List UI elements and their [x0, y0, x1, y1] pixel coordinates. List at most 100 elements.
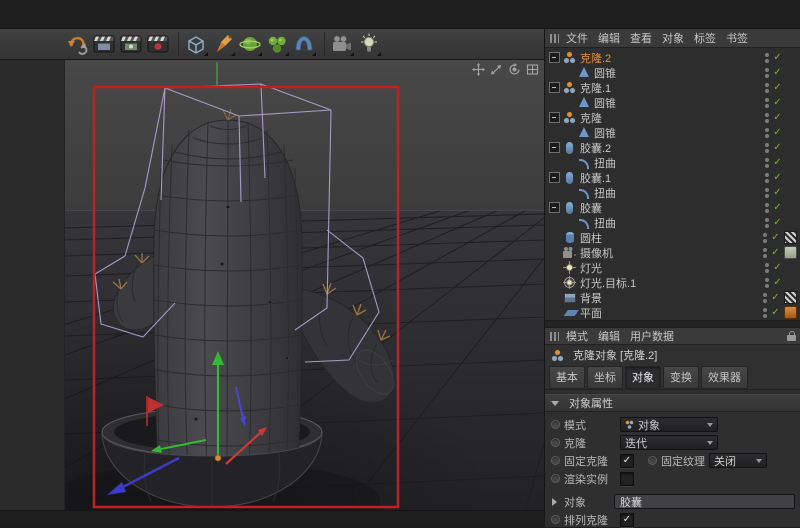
object-row[interactable]: 背景	[545, 290, 800, 305]
object-row[interactable]: 摄像机	[545, 245, 800, 260]
enabled-check-icon[interactable]	[771, 216, 784, 229]
object-tag[interactable]	[784, 306, 797, 319]
om-menu-item-1[interactable]: 编辑	[598, 30, 620, 46]
keyframe-dot[interactable]	[551, 438, 560, 447]
visibility-dots[interactable]	[762, 173, 771, 183]
align-clone-checkbox[interactable]	[620, 513, 634, 527]
object-row[interactable]: 灯光.目标.1	[545, 275, 800, 290]
visibility-dots[interactable]	[762, 128, 771, 138]
mode-dropdown[interactable]: 对象	[620, 417, 718, 432]
visibility-dots[interactable]	[762, 218, 771, 228]
visibility-dots[interactable]	[762, 143, 771, 153]
lock-icon[interactable]	[787, 335, 796, 341]
enabled-check-icon[interactable]	[771, 201, 784, 214]
expander-toggle[interactable]	[549, 142, 560, 153]
panel-grid-icon[interactable]	[550, 34, 559, 43]
visibility-dots[interactable]	[762, 263, 771, 273]
expander-toggle[interactable]	[549, 52, 560, 63]
tab-2[interactable]: 对象	[625, 366, 661, 389]
om-menu-item-0[interactable]: 文件	[566, 30, 588, 46]
enabled-check-icon[interactable]	[769, 231, 782, 244]
object-row[interactable]: 圆锥	[545, 125, 800, 140]
visibility-dots[interactable]	[762, 203, 771, 213]
visibility-dots[interactable]	[762, 53, 771, 63]
object-row[interactable]: 扭曲	[545, 155, 800, 170]
enabled-check-icon[interactable]	[771, 111, 784, 124]
undo-redo-icon[interactable]	[64, 31, 90, 57]
viewport-3d[interactable]	[65, 60, 544, 510]
object-row[interactable]: 胶囊.2	[545, 140, 800, 155]
object-row[interactable]: 灯光	[545, 260, 800, 275]
viewport-canvas[interactable]	[65, 60, 544, 510]
object-link-field[interactable]: 胶囊	[614, 494, 795, 509]
object-tag[interactable]	[784, 231, 797, 244]
visibility-dots[interactable]	[762, 83, 771, 93]
object-row[interactable]: 克隆.2	[545, 50, 800, 65]
object-row[interactable]: 圆锥	[545, 95, 800, 110]
generator-sphere-icon[interactable]	[237, 31, 263, 57]
expander-toggle[interactable]	[549, 202, 560, 213]
expander-toggle[interactable]	[549, 112, 560, 123]
visibility-dots[interactable]	[762, 188, 771, 198]
fix-clone-checkbox[interactable]	[620, 454, 634, 468]
mograph-icon[interactable]	[264, 31, 290, 57]
visibility-dots[interactable]	[762, 158, 771, 168]
om-menu-item-3[interactable]: 对象	[662, 30, 684, 46]
object-row[interactable]: 胶囊.1	[545, 170, 800, 185]
om-menu-item-2[interactable]: 查看	[630, 30, 652, 46]
enabled-check-icon[interactable]	[771, 96, 784, 109]
enabled-check-icon[interactable]	[771, 276, 784, 289]
enabled-check-icon[interactable]	[771, 126, 784, 139]
enabled-check-icon[interactable]	[771, 81, 784, 94]
primitive-cube-icon[interactable]	[183, 31, 209, 57]
render-settings-icon[interactable]	[145, 31, 171, 57]
object-row[interactable]: 扭曲	[545, 185, 800, 200]
object-row[interactable]: 圆柱	[545, 230, 800, 245]
spline-pen-icon[interactable]	[210, 31, 236, 57]
gizmo-center[interactable]	[215, 455, 221, 461]
panel-grid-icon[interactable]	[550, 332, 559, 341]
visibility-dots[interactable]	[762, 278, 771, 288]
enabled-check-icon[interactable]	[769, 306, 782, 319]
visibility-dots[interactable]	[760, 293, 769, 303]
dolly-icon[interactable]	[490, 63, 503, 76]
object-row[interactable]: 胶囊	[545, 200, 800, 215]
render-instance-checkbox[interactable]	[620, 472, 634, 486]
visibility-dots[interactable]	[762, 68, 771, 78]
enabled-check-icon[interactable]	[771, 141, 784, 154]
tab-4[interactable]: 效果器	[701, 366, 748, 389]
clones-dropdown[interactable]: 迭代	[620, 435, 718, 450]
panel-separator[interactable]	[545, 320, 800, 328]
visibility-dots[interactable]	[762, 98, 771, 108]
keyframe-dot[interactable]	[648, 456, 657, 465]
am-menu-item-0[interactable]: 模式	[566, 328, 588, 344]
keyframe-dot[interactable]	[551, 456, 560, 465]
enabled-check-icon[interactable]	[771, 261, 784, 274]
keyframe-dot[interactable]	[551, 474, 560, 483]
render-picture-icon[interactable]	[118, 31, 144, 57]
om-menu-item-5[interactable]: 书签	[726, 30, 748, 46]
visibility-dots[interactable]	[760, 308, 769, 318]
enabled-check-icon[interactable]	[769, 246, 782, 259]
visibility-dots[interactable]	[760, 233, 769, 243]
object-tag[interactable]	[784, 291, 797, 304]
tab-3[interactable]: 变换	[663, 366, 699, 389]
deformer-icon[interactable]	[291, 31, 317, 57]
enabled-check-icon[interactable]	[771, 51, 784, 64]
render-view-icon[interactable]	[91, 31, 117, 57]
expand-triangle-icon[interactable]	[552, 498, 557, 506]
object-row[interactable]: 克隆.1	[545, 80, 800, 95]
fix-texture-dropdown[interactable]: 关闭	[709, 453, 767, 468]
enabled-check-icon[interactable]	[771, 171, 784, 184]
enabled-check-icon[interactable]	[771, 156, 784, 169]
cactus-body[interactable]	[154, 109, 303, 472]
object-tag[interactable]	[784, 246, 797, 259]
camera-icon[interactable]	[329, 31, 355, 57]
tab-0[interactable]: 基本	[549, 366, 585, 389]
om-menu-item-4[interactable]: 标签	[694, 30, 716, 46]
pan-icon[interactable]	[472, 63, 485, 76]
section-header-object-properties[interactable]: 对象属性	[545, 394, 800, 412]
am-menu-item-1[interactable]: 编辑	[598, 328, 620, 344]
enabled-check-icon[interactable]	[769, 291, 782, 304]
am-menu-item-2[interactable]: 用户数据	[630, 328, 674, 344]
